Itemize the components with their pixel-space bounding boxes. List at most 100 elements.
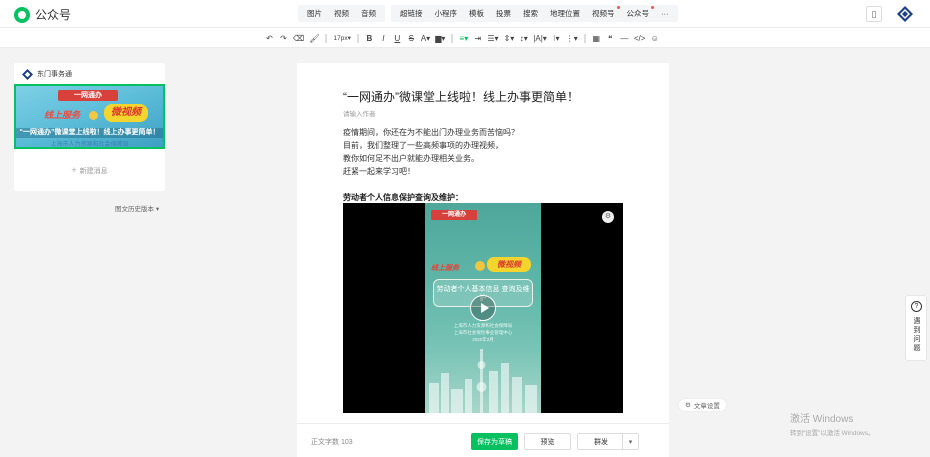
background-color-icon[interactable]: ▆▾	[434, 31, 446, 45]
toolbar-divider	[356, 33, 359, 43]
video-logo: 一网通办	[431, 210, 477, 220]
article-settings-label: 文章设置	[693, 403, 720, 410]
help-char: 到	[913, 327, 921, 334]
question-icon: ?	[911, 301, 922, 312]
table-icon[interactable]: ▦	[591, 31, 602, 45]
play-icon	[475, 261, 485, 271]
format-toolbar: ↶ ↷ ⌫ 🖌 17px ▾ B I U S A▾ ▆▾ ≡▾ ⇥ ☰▾ ⇕▾ ↕…	[0, 28, 930, 48]
word-count-label: 正文字数	[311, 439, 339, 446]
account-name: 东门事务通	[37, 71, 72, 78]
watermark-title: 激活 Windows	[790, 414, 854, 425]
bottom-action-bar: 正文字数 103 保存为草稿 预览 群发 ▾	[297, 423, 669, 457]
account-row: 东门事务通	[22, 68, 72, 80]
menu-audio[interactable]: 音频	[355, 8, 382, 19]
article-editor[interactable]: “一网通办”微课堂上线啦！线上办事更简单！ 请输入作者 疫情期间，你还在为不能出…	[297, 63, 669, 423]
section-heading[interactable]: 劳动者个人信息保护查询及维护：	[343, 192, 463, 203]
mobile-preview-icon[interactable]: ▯	[866, 6, 882, 22]
menu-vote[interactable]: 投票	[490, 8, 517, 19]
list-icon[interactable]: ⁝▾	[551, 31, 562, 45]
emoji-icon[interactable]: ☺	[649, 31, 660, 45]
menu-hyperlink[interactable]: 超链接	[394, 8, 429, 19]
font-size-select[interactable]: 17px ▾	[332, 31, 351, 45]
font-size-value: 17px	[333, 34, 348, 42]
embedded-video[interactable]: 一网通办 线上服务 微视频 劳动者个人基本信息 查询及维护 上海市人力资源和社会…	[343, 203, 623, 413]
video-settings-icon[interactable]: ⚙	[602, 211, 614, 223]
paragraph[interactable]: 教你如何足不出户就能办理相关业务。	[343, 153, 479, 164]
author-input[interactable]: 请输入作者	[343, 108, 376, 118]
ordered-list-icon[interactable]: ⋮▾	[565, 31, 579, 45]
help-panel[interactable]: ? 遇 到 问 题	[905, 295, 927, 361]
top-bar: 公众号 图片 视频 音频 超链接 小程序 模板 投票 搜索 地理位置 视频号 公…	[0, 0, 930, 28]
watermark-subtitle: 转到“设置”以激活 Windows。	[790, 430, 875, 437]
new-message-label: 新建消息	[79, 168, 108, 175]
account-avatar[interactable]	[897, 6, 913, 22]
help-char: 问	[913, 336, 921, 343]
video-play-button[interactable]	[470, 295, 496, 321]
menu-search[interactable]: 搜索	[517, 8, 544, 19]
chevron-down-icon[interactable]: ▾	[622, 434, 638, 449]
italic-button[interactable]: I	[378, 31, 389, 45]
clear-format-icon[interactable]: ⌫	[292, 31, 305, 45]
publish-button[interactable]: 群发 ▾	[577, 433, 639, 450]
underline-button[interactable]: U	[392, 31, 403, 45]
article-title[interactable]: “一网通办”微课堂上线啦！线上办事更简单！	[343, 88, 579, 105]
settings-icon: ⚙	[685, 402, 691, 409]
play-icon	[89, 111, 98, 120]
article-settings-button[interactable]: ⚙ 文章设置	[678, 398, 727, 412]
red-dot-icon	[616, 6, 620, 9]
history-label: 图文历史版本	[115, 206, 154, 213]
cover-right-text: 微视频	[104, 104, 148, 122]
bold-button[interactable]: B	[364, 31, 375, 45]
new-message-button[interactable]: + 新建消息	[14, 165, 165, 176]
publish-label: 群发	[594, 438, 608, 446]
article-cover-selected[interactable]: 一网通办 线上服务 微视频 “一网通办”微课堂上线啦！线上办事更简单！ 上海市人…	[14, 84, 165, 149]
toolbar-divider	[451, 33, 454, 43]
history-version-link[interactable]: 图文历史版本 ▾	[115, 203, 159, 213]
menu-more[interactable]: ···	[655, 9, 675, 18]
cover-title: “一网通办”微课堂上线啦！线上办事更简单！	[16, 128, 163, 138]
undo-icon[interactable]: ↶	[264, 31, 275, 45]
paragraph[interactable]: 目前，我们整理了一些高频事项的办理视频，	[343, 140, 503, 151]
wechat-logo-icon	[14, 6, 30, 23]
city-skyline-icon	[429, 349, 537, 413]
plus-icon: +	[71, 165, 77, 175]
preview-button[interactable]: 预览	[524, 433, 571, 450]
toolbar-divider	[583, 33, 586, 43]
redo-icon[interactable]: ↷	[278, 31, 289, 45]
menu-mini-program[interactable]: 小程序	[429, 8, 464, 19]
menu-video[interactable]: 视频	[328, 8, 355, 19]
red-dot-icon	[651, 6, 654, 9]
cover-left-text: 线上服务	[44, 110, 81, 120]
save-draft-button[interactable]: 保存为草稿	[471, 433, 518, 450]
code-icon[interactable]: </>	[633, 31, 647, 45]
divider-icon[interactable]: —	[619, 31, 630, 45]
video-caption-line: 上海市社会保险事业管理中心	[453, 330, 513, 335]
app-name: 公众号	[35, 8, 72, 22]
paragraph[interactable]: 赶紧一起来学习吧！	[343, 166, 415, 177]
account-logo-icon	[22, 68, 33, 80]
toolbar-divider	[325, 33, 328, 43]
menu-template[interactable]: 模板	[463, 8, 490, 19]
font-color-icon[interactable]: A▾	[420, 31, 431, 45]
article-list-panel: 东门事务通 一网通办 线上服务 微视频 “一网通办”微课堂上线啦！线上办事更简单…	[14, 63, 165, 191]
help-text: 遇 到 问 题	[912, 317, 922, 353]
word-count-value: 103	[340, 439, 353, 446]
strikethrough-button[interactable]: S	[406, 31, 417, 45]
spacing-icon[interactable]: ⇕▾	[503, 31, 516, 45]
menu-location[interactable]: 地理位置	[544, 8, 586, 19]
chevron-down-icon: ▾	[155, 206, 160, 213]
quote-icon[interactable]: ❝	[605, 31, 616, 45]
indent-icon[interactable]: ⇥	[472, 31, 483, 45]
paragraph[interactable]: 疫情期间，你还在为不能出门办理业务而苦恼吗？	[343, 127, 519, 138]
menu-channels-label: 视频号	[592, 9, 615, 18]
app-logo[interactable]: 公众号	[14, 6, 71, 23]
help-char: 题	[913, 345, 921, 352]
line-height-icon[interactable]: ↕▾	[518, 31, 529, 45]
menu-official-account[interactable]: 公众号	[621, 6, 656, 19]
letter-spacing-icon[interactable]: |A|▾	[532, 31, 548, 45]
menu-channels[interactable]: 视频号	[586, 6, 621, 19]
format-painter-icon[interactable]: 🖌	[308, 31, 320, 45]
align-justify-icon[interactable]: ☰▾	[486, 31, 499, 45]
align-left-icon[interactable]: ≡▾	[458, 31, 469, 45]
menu-image[interactable]: 图片	[301, 8, 328, 19]
